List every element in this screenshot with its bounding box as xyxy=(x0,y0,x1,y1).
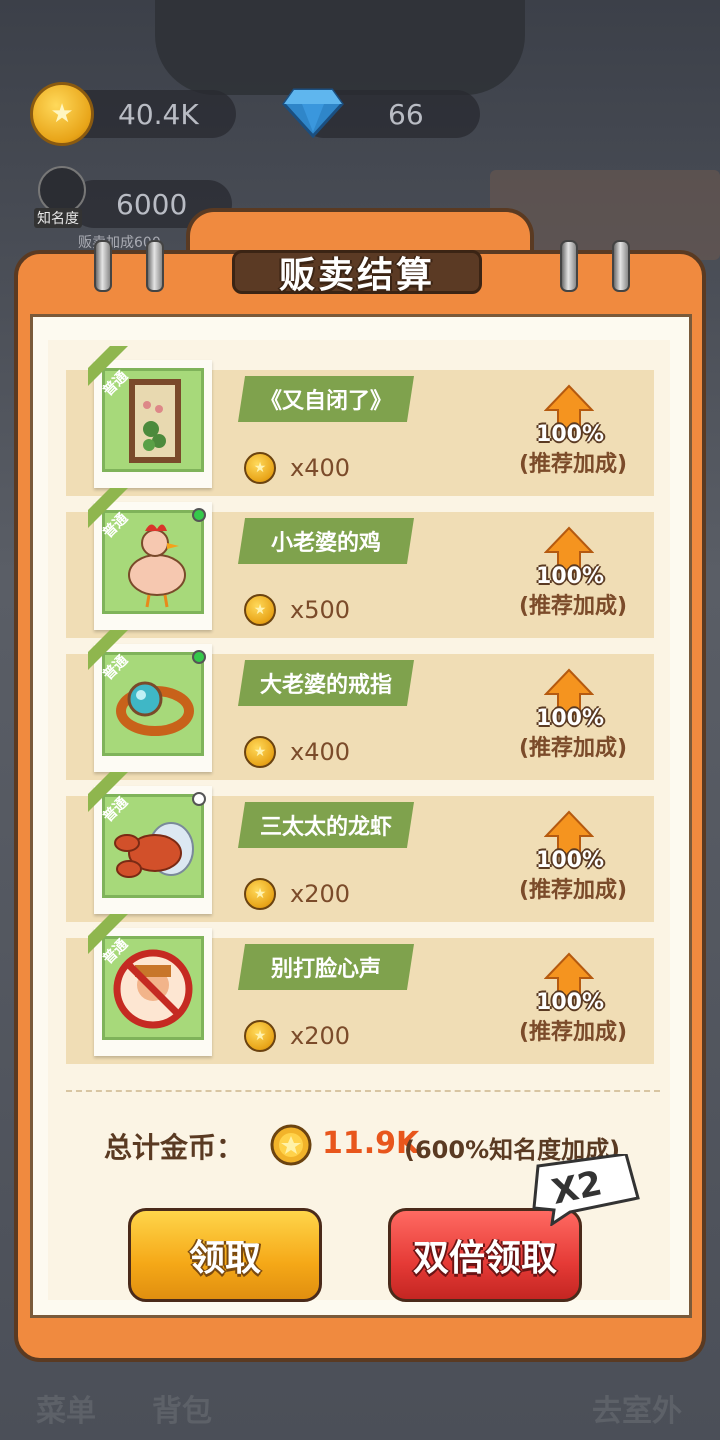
status-dot xyxy=(192,792,206,806)
list-item: 普通 小老婆的鸡 ★ x500 100% (推荐加成) xyxy=(66,488,654,638)
claim-button[interactable]: 领取 xyxy=(128,1208,322,1302)
status-dot xyxy=(192,650,206,664)
bonus-label: (推荐加成) xyxy=(518,1020,628,1045)
item-thumb-card: 普通 xyxy=(88,630,212,772)
bonus-percent: 100% xyxy=(536,848,604,873)
nav-bag[interactable]: 背包 xyxy=(152,1386,212,1430)
coin-icon: ★ xyxy=(244,736,276,768)
binder-ring xyxy=(612,240,630,292)
coin-icon: ★ xyxy=(244,1020,276,1052)
item-thumb-card: 普通 xyxy=(88,772,212,914)
fame-value: 6000 xyxy=(116,187,188,221)
claim-button-label: 领取 xyxy=(188,1238,261,1279)
binder-ring xyxy=(560,240,578,292)
status-dot xyxy=(192,508,206,522)
diamond-icon xyxy=(282,88,344,138)
list-item: 普通 大老婆的戒指 ★ x400 100% (推荐加成) xyxy=(66,630,654,780)
background-lamp xyxy=(155,0,525,95)
bonus-label: (推荐加成) xyxy=(518,878,628,903)
gem-count: 66 xyxy=(388,97,424,131)
coin-icon: ★ xyxy=(244,878,276,910)
item-name: 《又自闭了》 xyxy=(238,376,414,422)
avatar xyxy=(38,166,86,214)
dialog-title-plate: 贩卖结算 xyxy=(232,250,482,296)
list-item: 普通 三太太的龙虾 ★ x200 100% (推荐加成) xyxy=(66,772,654,922)
item-quantity: x200 xyxy=(290,880,351,908)
item-quantity: x500 xyxy=(290,596,351,624)
double-claim-button-label: 双倍领取 xyxy=(412,1238,557,1279)
nav-outdoor[interactable]: 去室外 xyxy=(592,1386,682,1430)
total-label: 总计金币： xyxy=(104,1131,245,1164)
dialog-title: 贩卖结算 xyxy=(278,255,435,296)
bonus-percent: 100% xyxy=(536,422,604,447)
divider xyxy=(66,1090,660,1092)
binder-ring xyxy=(146,240,164,292)
item-quantity: x400 xyxy=(290,738,351,766)
list-item: 普通 《又自闭了》 ★ x400 100% (推荐加成) xyxy=(66,346,654,496)
coin-count: 40.4K xyxy=(118,97,199,131)
coin-icon: ★ xyxy=(244,452,276,484)
item-name: 大老婆的戒指 xyxy=(238,660,414,706)
coin-icon: ★ xyxy=(244,594,276,626)
item-name: 三太太的龙虾 xyxy=(238,802,414,848)
item-thumb-card: 普通 xyxy=(88,346,212,488)
bonus-label: (推荐加成) xyxy=(518,736,628,761)
coin-icon xyxy=(270,1124,312,1166)
item-name: 小老婆的鸡 xyxy=(238,518,414,564)
bonus-label: (推荐加成) xyxy=(518,452,628,477)
item-name: 别打脸心声 xyxy=(238,944,414,990)
list-item: 普通 别打脸心声 ★ x200 100% (推荐加成) xyxy=(66,914,654,1064)
bonus-percent: 100% xyxy=(536,564,604,589)
item-thumb-card: 普通 xyxy=(88,488,212,630)
nav-menu[interactable]: 菜单 xyxy=(36,1386,96,1430)
fame-label: 知名度 xyxy=(34,208,82,228)
bonus-percent: 100% xyxy=(536,706,604,731)
binder-ring xyxy=(94,240,112,292)
item-thumb-card: 普通 xyxy=(88,914,212,1056)
coin-icon: ★ xyxy=(30,82,94,146)
bonus-label: (推荐加成) xyxy=(518,594,628,619)
item-quantity: x200 xyxy=(290,1022,351,1050)
item-quantity: x400 xyxy=(290,454,351,482)
bonus-percent: 100% xyxy=(536,990,604,1015)
